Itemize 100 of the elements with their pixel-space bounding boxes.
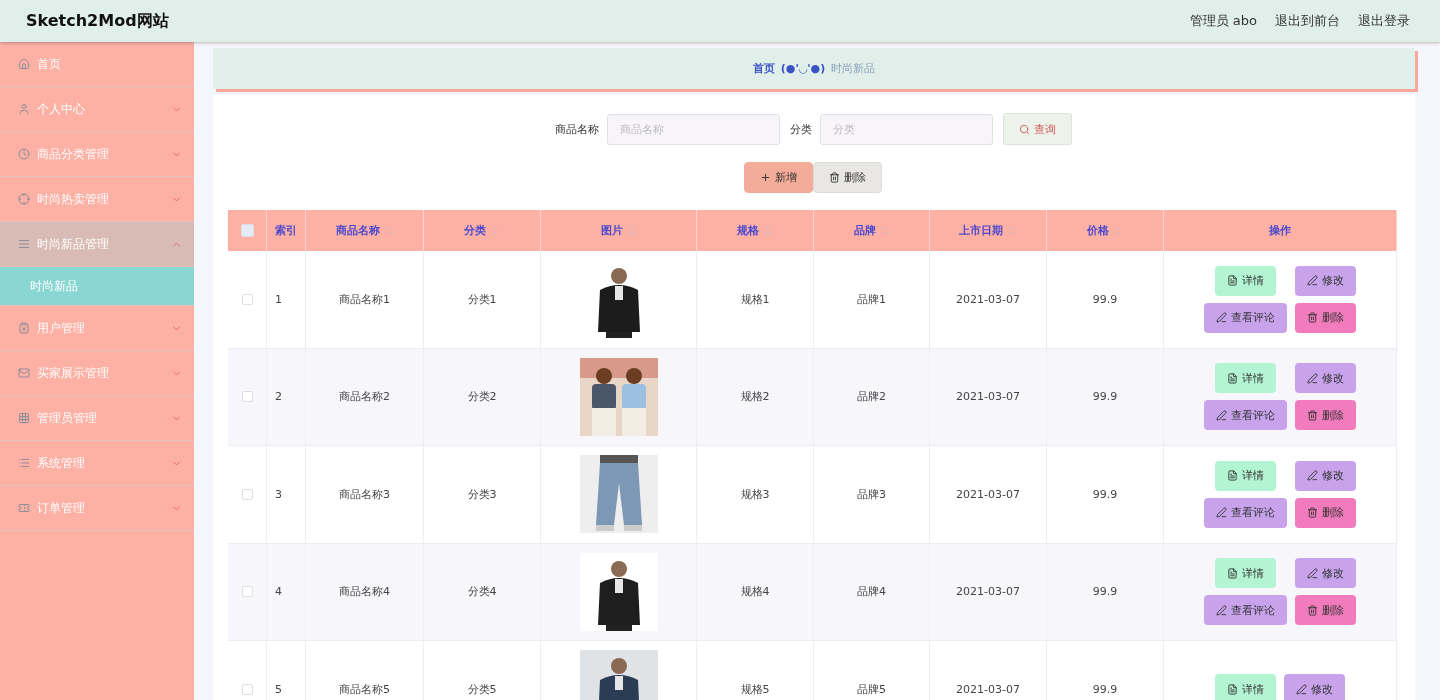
document-icon — [1227, 683, 1238, 695]
edit-button[interactable]: 修改 — [1295, 558, 1356, 589]
row-checkbox[interactable] — [241, 488, 253, 500]
table-cell: 2021-03-07 — [930, 348, 1047, 446]
comments-button[interactable]: 查看评论 — [1204, 497, 1287, 528]
table-cell: 分类4 — [424, 543, 541, 641]
breadcrumb-current: 时尚新品 — [831, 61, 876, 76]
column-header[interactable]: 上市日期 — [930, 210, 1047, 251]
edit-button[interactable]: 修改 — [1284, 674, 1345, 700]
table-cell: 规格3 — [697, 446, 814, 544]
home-icon — [18, 58, 30, 70]
trash-icon — [1307, 604, 1318, 616]
header-link[interactable]: 管理员 abo — [1189, 12, 1257, 30]
detail-button[interactable]: 详情 — [1215, 674, 1276, 700]
trash-icon — [1307, 312, 1318, 324]
sort-icon — [383, 225, 394, 236]
field-label: 商品名称 — [555, 121, 599, 137]
pen-icon — [1216, 604, 1227, 616]
detail-button[interactable]: 详情 — [1215, 265, 1276, 296]
sort-icon — [879, 225, 890, 236]
ticket-icon — [18, 502, 30, 514]
table-cell: 4 — [267, 543, 306, 641]
table-cell: 商品名称4 — [306, 543, 424, 641]
table-cell: 分类2 — [424, 348, 541, 446]
delete-button[interactable]: 删除 — [1295, 400, 1356, 431]
document-icon — [1227, 567, 1238, 579]
comments-button[interactable]: 查看评论 — [1204, 595, 1287, 626]
table-cell: 品牌4 — [814, 543, 930, 641]
pen-icon — [1307, 275, 1318, 287]
delete-button[interactable]: 删除 — [1295, 595, 1356, 626]
comments-button[interactable]: 查看评论 — [1204, 400, 1287, 431]
document-icon — [1227, 470, 1238, 482]
table-cell: 99.9 — [1047, 348, 1164, 446]
table-cell: 规格2 — [697, 348, 814, 446]
trash-icon — [1307, 409, 1318, 421]
table-cell: 品牌3 — [814, 446, 930, 544]
user-icon — [18, 103, 30, 115]
table-cell: 2021-03-07 — [930, 446, 1047, 544]
pen-icon — [1216, 409, 1227, 421]
header-link[interactable]: 退出登录 — [1358, 12, 1410, 30]
site-title: Sketch2Mod网站 — [26, 10, 169, 32]
crosshair-icon — [18, 193, 30, 205]
pen-icon — [1216, 507, 1227, 519]
column-header: 操作 — [1164, 210, 1397, 251]
table-cell: 1 — [267, 251, 306, 349]
detail-button[interactable]: 详情 — [1215, 558, 1276, 589]
table-cell: 分类1 — [424, 251, 541, 349]
column-header[interactable]: 规格 — [697, 210, 814, 251]
comments-button[interactable]: 查看评论 — [1204, 302, 1287, 333]
table-cell: 规格4 — [697, 543, 814, 641]
grid-icon — [18, 412, 30, 424]
detail-button[interactable]: 详情 — [1215, 363, 1276, 394]
search-icon — [1019, 123, 1030, 135]
table-cell: 3 — [267, 446, 306, 544]
delete-button[interactable]: 删除 — [1295, 302, 1356, 333]
table-cell: 2021-03-07 — [930, 251, 1047, 349]
add-button[interactable]: 新增 — [743, 162, 813, 193]
column-header[interactable]: 价格 — [1047, 210, 1164, 251]
search-field[interactable]: 分类 — [820, 113, 993, 145]
breadcrumb-home-link[interactable]: 首页 — [752, 61, 775, 76]
table-cell: 品牌1 — [814, 251, 930, 349]
row-checkbox[interactable] — [241, 683, 253, 695]
pen-icon — [1296, 683, 1307, 695]
sort-icon — [1113, 225, 1123, 236]
table-cell: 品牌2 — [814, 348, 930, 446]
column-header: 索引 — [267, 210, 306, 251]
trash-icon — [1307, 507, 1318, 519]
delete-button[interactable]: 删除 — [812, 162, 882, 193]
column-header[interactable]: 图片 — [541, 210, 697, 251]
pen-icon — [1307, 470, 1318, 482]
query-button[interactable]: 查询 — [1003, 113, 1072, 145]
document-icon — [1227, 275, 1238, 287]
sort-icon — [490, 225, 500, 236]
edit-button[interactable]: 修改 — [1295, 460, 1356, 491]
detail-button[interactable]: 详情 — [1215, 460, 1276, 491]
table-cell: 2 — [267, 348, 306, 446]
column-header[interactable]: 分类 — [424, 210, 541, 251]
header-link[interactable]: 退出到前台 — [1275, 12, 1340, 30]
edit-button[interactable]: 修改 — [1295, 363, 1356, 394]
pen-icon — [1307, 567, 1318, 579]
table-cell: 99.9 — [1047, 543, 1164, 641]
table-cell: 分类3 — [424, 446, 541, 544]
pen-icon — [1216, 312, 1227, 324]
table-cell: 商品名称2 — [306, 348, 424, 446]
column-header[interactable]: 品牌 — [814, 210, 930, 251]
delete-button[interactable]: 删除 — [1295, 497, 1356, 528]
table-cell: 商品名称3 — [306, 446, 424, 544]
sort-icon — [763, 225, 773, 236]
edit-button[interactable]: 修改 — [1295, 265, 1356, 296]
row-checkbox[interactable] — [241, 586, 253, 598]
table-cell: 规格1 — [697, 251, 814, 349]
menu-icon — [18, 238, 30, 250]
row-checkbox[interactable] — [241, 293, 253, 305]
column-header[interactable]: 商品名称 — [306, 210, 424, 251]
table-cell: 2021-03-07 — [930, 543, 1047, 641]
row-checkbox[interactable] — [241, 391, 253, 403]
pen-icon — [1307, 372, 1318, 384]
trash-icon — [828, 172, 840, 183]
select-all-checkbox[interactable] — [240, 224, 254, 237]
breadcrumb-separator: (●'◡'●) — [780, 62, 826, 75]
